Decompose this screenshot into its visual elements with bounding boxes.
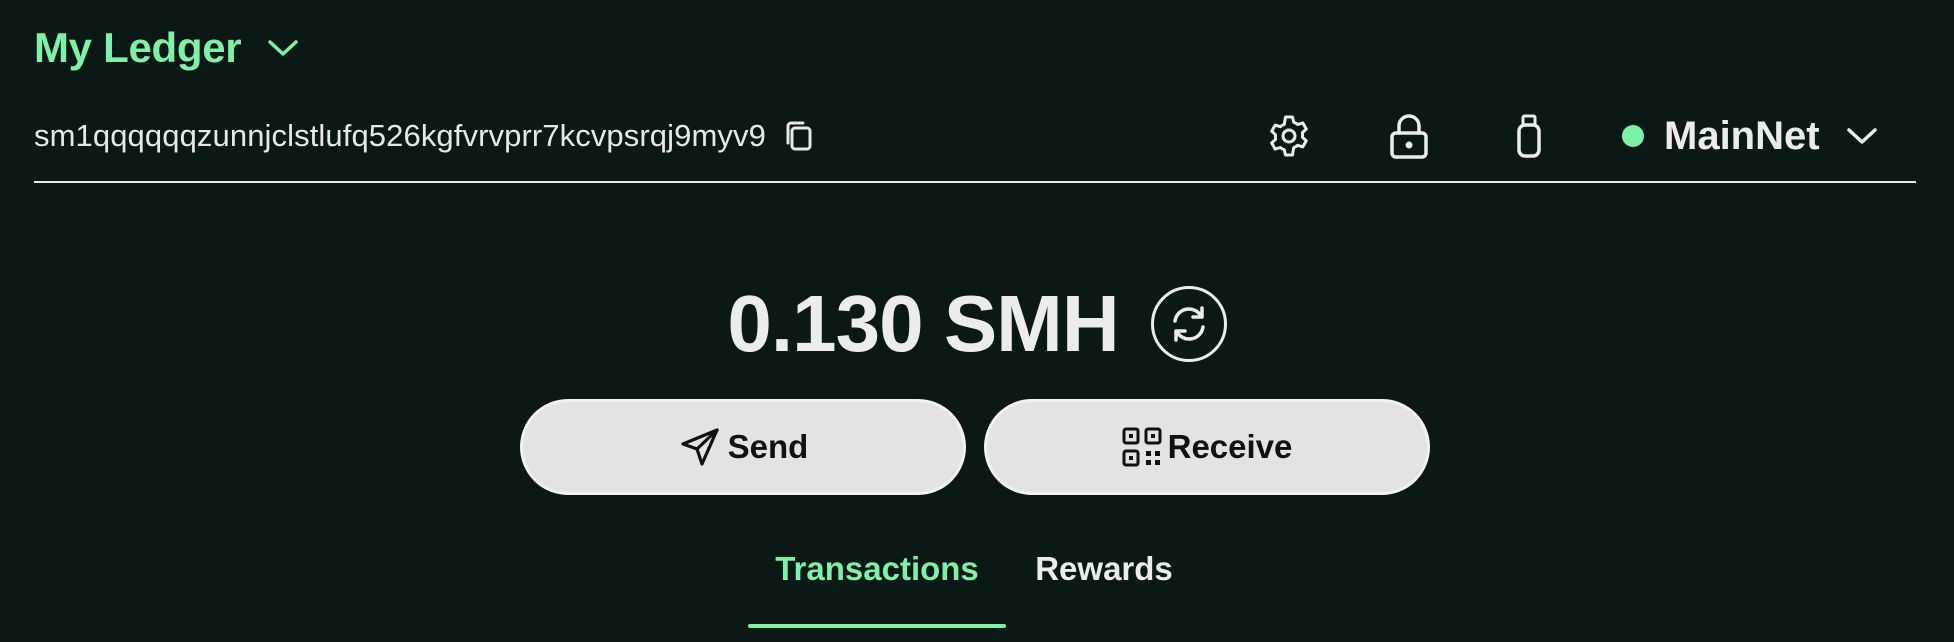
lock-icon <box>1387 112 1431 160</box>
receive-button[interactable]: Receive <box>984 399 1430 495</box>
header-divider <box>34 181 1916 183</box>
network-selector[interactable]: MainNet <box>1622 108 1878 164</box>
refresh-balance-button[interactable] <box>1150 286 1227 362</box>
receive-label: Receive <box>1167 428 1293 465</box>
address-text: sm1qqqqqqzunnjclstlufq526kgfvrvprr7kcvps… <box>34 118 766 153</box>
usb-device-icon <box>1514 113 1544 159</box>
tab-label: Rewards <box>1035 550 1173 587</box>
balance-section: 0.130 SMH <box>0 278 1954 370</box>
settings-button[interactable] <box>1265 112 1313 160</box>
account-address: sm1qqqqqqzunnjclstlufq526kgfvrvprr7kcvps… <box>34 108 814 164</box>
balance-amount: 0.130 SMH <box>727 279 1119 368</box>
tab-transactions[interactable]: Transactions <box>748 540 1006 628</box>
network-name: MainNet <box>1664 113 1820 158</box>
active-tab-indicator <box>748 624 1006 628</box>
wallet-name: My Ledger <box>34 24 242 71</box>
send-label: Send <box>727 428 809 465</box>
refresh-icon <box>1167 302 1211 346</box>
qr-code-icon <box>1122 427 1162 467</box>
wallet-selector[interactable]: My Ledger <box>34 20 299 76</box>
network-status-dot <box>1622 125 1644 147</box>
chevron-down-icon <box>267 38 299 58</box>
device-button[interactable] <box>1505 112 1553 160</box>
tab-rewards[interactable]: Rewards <box>1006 540 1202 628</box>
copy-icon[interactable] <box>782 119 814 153</box>
lock-button[interactable] <box>1385 112 1433 160</box>
gear-icon <box>1265 112 1313 160</box>
send-button[interactable]: Send <box>520 399 966 495</box>
tab-label: Transactions <box>775 550 979 587</box>
history-tabs: Transactions Rewards <box>748 540 1202 628</box>
action-buttons: Send Receive <box>520 399 1430 495</box>
account-header: sm1qqqqqqzunnjclstlufq526kgfvrvprr7kcvps… <box>34 108 1916 164</box>
chevron-down-icon <box>1846 126 1878 146</box>
paper-plane-icon <box>678 425 722 469</box>
